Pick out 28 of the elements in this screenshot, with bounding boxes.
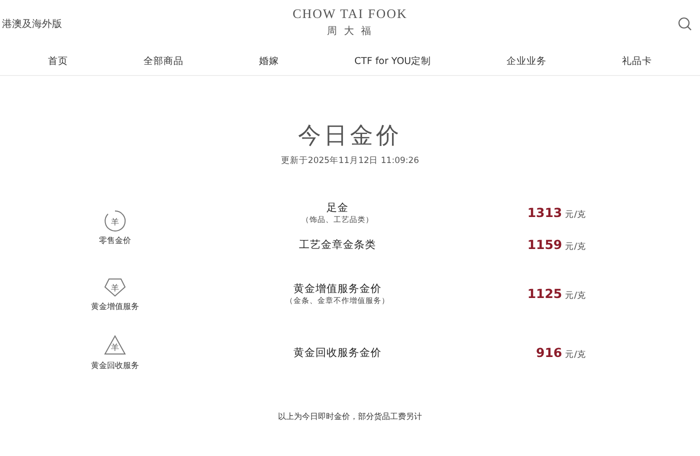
price-value: 1159 [527,237,562,252]
brand-chinese-text: 周 大 福 [326,24,374,38]
price-unit: 元/克 [565,348,586,360]
nav-link[interactable]: 全部商品 [143,55,184,68]
nav-link[interactable]: 婚嫁 [258,55,279,68]
nav-link[interactable]: CTF for YOU定制 [354,55,432,68]
footnote: 以上为今日即时金价，部分货品工费另计 [277,411,423,422]
price-unit: 元/克 [565,290,586,302]
price-value: 1313 [527,205,562,220]
page-title: 今日金价 [297,122,403,151]
nav-link[interactable]: 礼品卡 [622,55,652,68]
nav-link[interactable]: 企业业务 [506,55,547,68]
price-name: 黄金增值服务金价 [294,282,382,296]
nav-link[interactable]: 首页 [48,55,68,68]
price-name: 足金 [326,201,348,215]
search-icon[interactable] [678,17,692,31]
category-label: 黄金回收服务 [91,360,139,371]
price-unit: 元/克 [565,241,586,253]
category-label: 零售金价 [99,234,131,246]
category-label: 黄金增值服务 [91,301,139,312]
region-link[interactable]: 港澳及海外版 [2,17,62,31]
price-name: 黄金回收服务金价 [294,346,382,360]
price-unit: 元/克 [565,209,586,221]
price-name: 工艺金章金条类 [299,238,376,252]
price-value: 916 [536,344,562,360]
update-time: 更新于2025年11月12日 11:09:26 [280,155,420,167]
price-value: 1125 [527,286,562,300]
brand-logo-text: CHOW TAI FOOK [292,6,408,22]
